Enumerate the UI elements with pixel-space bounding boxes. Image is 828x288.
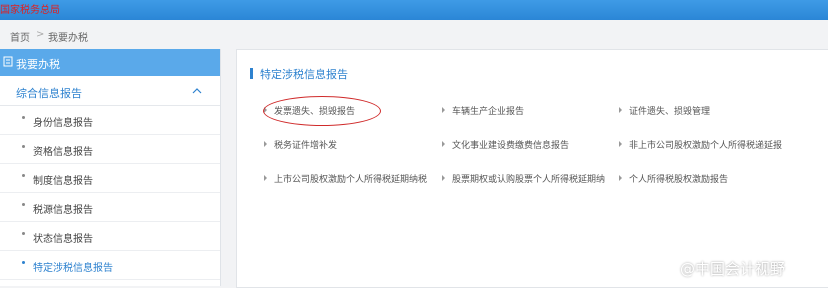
breadcrumb-home[interactable]: 首页 (10, 29, 30, 44)
link-label: 个人所得税股权激励报告 (629, 175, 729, 185)
sidebar-section-toggle[interactable]: 综合信息报告 (0, 77, 220, 106)
sidebar-item-qualification[interactable]: 资格信息报告 (0, 135, 220, 164)
sidebar-item-label: 身份信息报告 (33, 118, 93, 129)
weibo-icon (660, 261, 676, 274)
sidebar-title: 我要办税 (16, 58, 60, 71)
arrow-right-icon (264, 141, 267, 147)
sidebar-item-specific-tax[interactable]: 特定涉税信息报告 (0, 251, 220, 280)
sidebar-header: 我要办税 (0, 49, 220, 76)
breadcrumb-current: 我要办税 (48, 33, 88, 44)
bullet-icon (22, 261, 25, 264)
sidebar-item-label: 状态信息报告 (33, 234, 93, 245)
link-label: 股票期权或认购股票个人所得税延期纳 (452, 175, 606, 185)
arrow-right-icon (442, 107, 445, 113)
arrow-right-icon (442, 141, 445, 147)
chevron-up-icon (192, 88, 202, 94)
watermark-text: @中国会计视野 (680, 260, 786, 278)
bullet-icon (22, 116, 25, 119)
sidebar-section-label: 综合信息报告 (16, 87, 82, 100)
breadcrumb-separator: > (36, 29, 45, 40)
link-label: 非上市公司股权激励个人所得税递延报 (629, 141, 783, 151)
bullet-icon (22, 174, 25, 177)
bullet-icon (22, 145, 25, 148)
breadcrumb: 首页 > 我要办税 (0, 20, 828, 48)
link-label: 车辆生产企业报告 (452, 107, 525, 117)
arrow-right-icon (264, 175, 267, 181)
title-accent-bar (250, 68, 253, 79)
arrow-right-icon (442, 175, 445, 181)
arrow-right-icon (619, 175, 622, 181)
sidebar-item-label: 资格信息报告 (33, 147, 93, 158)
sidebar-item-label: 制度信息报告 (33, 176, 93, 187)
sidebar-item-system[interactable]: 制度信息报告 (0, 164, 220, 193)
main-panel: 特定涉税信息报告 (236, 49, 828, 288)
bullet-icon (22, 203, 25, 206)
link-label: 上市公司股权激励个人所得税延期纳税 (274, 175, 428, 185)
arrow-right-icon (619, 107, 622, 113)
arrow-right-icon (619, 141, 622, 147)
link-label: 文化事业建设费缴费信息报告 (452, 141, 570, 151)
link-label: 证件遗失、损毁管理 (629, 107, 711, 117)
highlight-circle (263, 96, 381, 126)
link-label: 税务证件增补发 (274, 141, 338, 151)
bullet-icon (22, 232, 25, 235)
sidebar: 我要办税 综合信息报告 身份信息报告 资格信息报告 制度信息报告 税源信息报告 … (0, 49, 221, 286)
sidebar-item-label: 特定涉税信息报告 (33, 263, 113, 274)
sidebar-item-label: 税源信息报告 (33, 205, 93, 216)
top-banner: 国家税务总局 (0, 0, 828, 20)
site-logo: 国家税务总局 (0, 5, 60, 16)
panel-title-text: 特定涉税信息报告 (260, 68, 348, 81)
sidebar-item-tax-source[interactable]: 税源信息报告 (0, 193, 220, 222)
sidebar-item-identity[interactable]: 身份信息报告 (0, 106, 220, 135)
document-icon (3, 56, 13, 67)
sidebar-item-status[interactable]: 状态信息报告 (0, 222, 220, 251)
